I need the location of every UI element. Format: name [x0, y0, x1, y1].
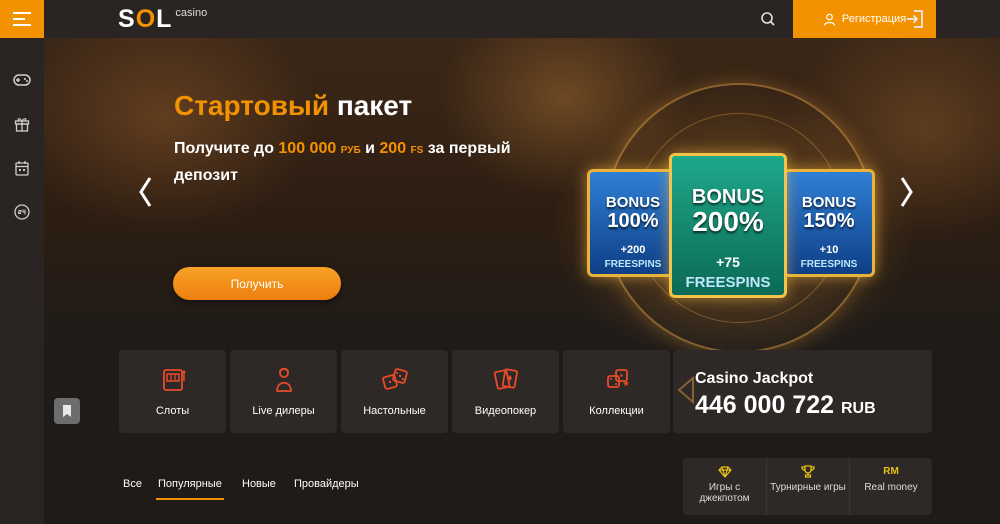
sol-casino-logo[interactable]: SOL casino [118, 4, 207, 34]
filter-label: Real money [864, 482, 918, 493]
search-icon [761, 12, 775, 26]
real-money-icon: RM [883, 466, 899, 477]
prev-slide-button[interactable] [136, 175, 156, 209]
login-icon [907, 10, 923, 28]
dice-icon [381, 368, 408, 390]
tab-all[interactable]: Все [123, 478, 142, 500]
gift-icon[interactable] [12, 114, 32, 134]
casino-jackpot-panel[interactable]: Casino Jackpot 446 000 722 RUB [673, 350, 932, 433]
cards-icon [493, 368, 518, 390]
category-collections[interactable]: Коллекции [563, 350, 670, 433]
tab-new[interactable]: Новые [242, 478, 276, 500]
banner-subtitle: Получите до 100 000 РУБ и 200 FS за перв… [174, 140, 511, 184]
register-label: Регистрация [841, 13, 907, 25]
logo-sub-text: casino [175, 7, 208, 19]
user-icon [823, 13, 835, 26]
filter-label: Игры с джекпотом [699, 482, 750, 504]
filter-tournament-games[interactable]: Турнирные игры [766, 458, 849, 515]
logo-main-text: SOL [118, 5, 173, 33]
live-dealer-icon [275, 367, 292, 392]
top-header: SOL casino Регистрация [44, 0, 1000, 38]
category-label: Видеопокер [474, 405, 537, 417]
chevron-right-icon [900, 177, 913, 207]
filter-real-money[interactable]: RM Real money [849, 458, 932, 515]
menu-button[interactable] [0, 0, 44, 38]
gamepad-icon[interactable] [12, 70, 32, 90]
bonus-card-150: BONUS 150% +10 FREESPINS [783, 169, 875, 277]
sun-icon: O [135, 5, 157, 33]
category-live-dealers[interactable]: Live дилеры [230, 350, 337, 433]
category-label: Live дилеры [252, 405, 315, 417]
tab-providers[interactable]: Провайдеры [294, 478, 359, 500]
login-button[interactable] [904, 8, 926, 30]
hamburger-icon [13, 12, 31, 26]
chevron-left-icon [139, 177, 152, 207]
trophy-icon [801, 465, 815, 478]
collection-icon [606, 369, 629, 388]
jackpot-amount: 446 000 722 RUB [695, 391, 876, 419]
game-filters: Игры с джекпотом Турнирные игры RM Real … [683, 458, 932, 515]
calendar-icon[interactable] [12, 158, 32, 178]
filter-jackpot-games[interactable]: Игры с джекпотом [683, 458, 766, 515]
slot-machine-icon [162, 369, 185, 391]
bookmark-icon [63, 405, 71, 417]
category-label: Настольные [363, 405, 426, 417]
category-label: Коллекции [589, 405, 644, 417]
bonus-card-200: BONUS 200% +75 FREESPINS [669, 153, 787, 298]
banner-title: Стартовый пакет [174, 90, 413, 121]
diamond-icon [717, 466, 732, 478]
support-24-icon[interactable] [12, 202, 32, 222]
category-label: Слоты [155, 405, 190, 417]
category-table-games[interactable]: Настольные [341, 350, 448, 433]
jackpot-title: Casino Jackpot [695, 370, 814, 387]
bonus-card-100: BONUS 100% +200 FREESPINS [587, 169, 679, 277]
filter-label: Турнирные игры [770, 482, 846, 493]
category-video-poker[interactable]: Видеопокер [452, 350, 559, 433]
tab-popular[interactable]: Популярные [156, 478, 224, 500]
search-button[interactable] [758, 9, 778, 29]
promo-banner: Стартовый пакет Получите до 100 000 РУБ … [44, 38, 1000, 350]
get-bonus-button[interactable]: Получить [173, 267, 341, 300]
bookmark-button[interactable] [54, 398, 80, 424]
left-sidebar [0, 0, 44, 524]
category-slots[interactable]: Слоты [119, 350, 226, 433]
next-slide-button[interactable] [896, 175, 916, 209]
